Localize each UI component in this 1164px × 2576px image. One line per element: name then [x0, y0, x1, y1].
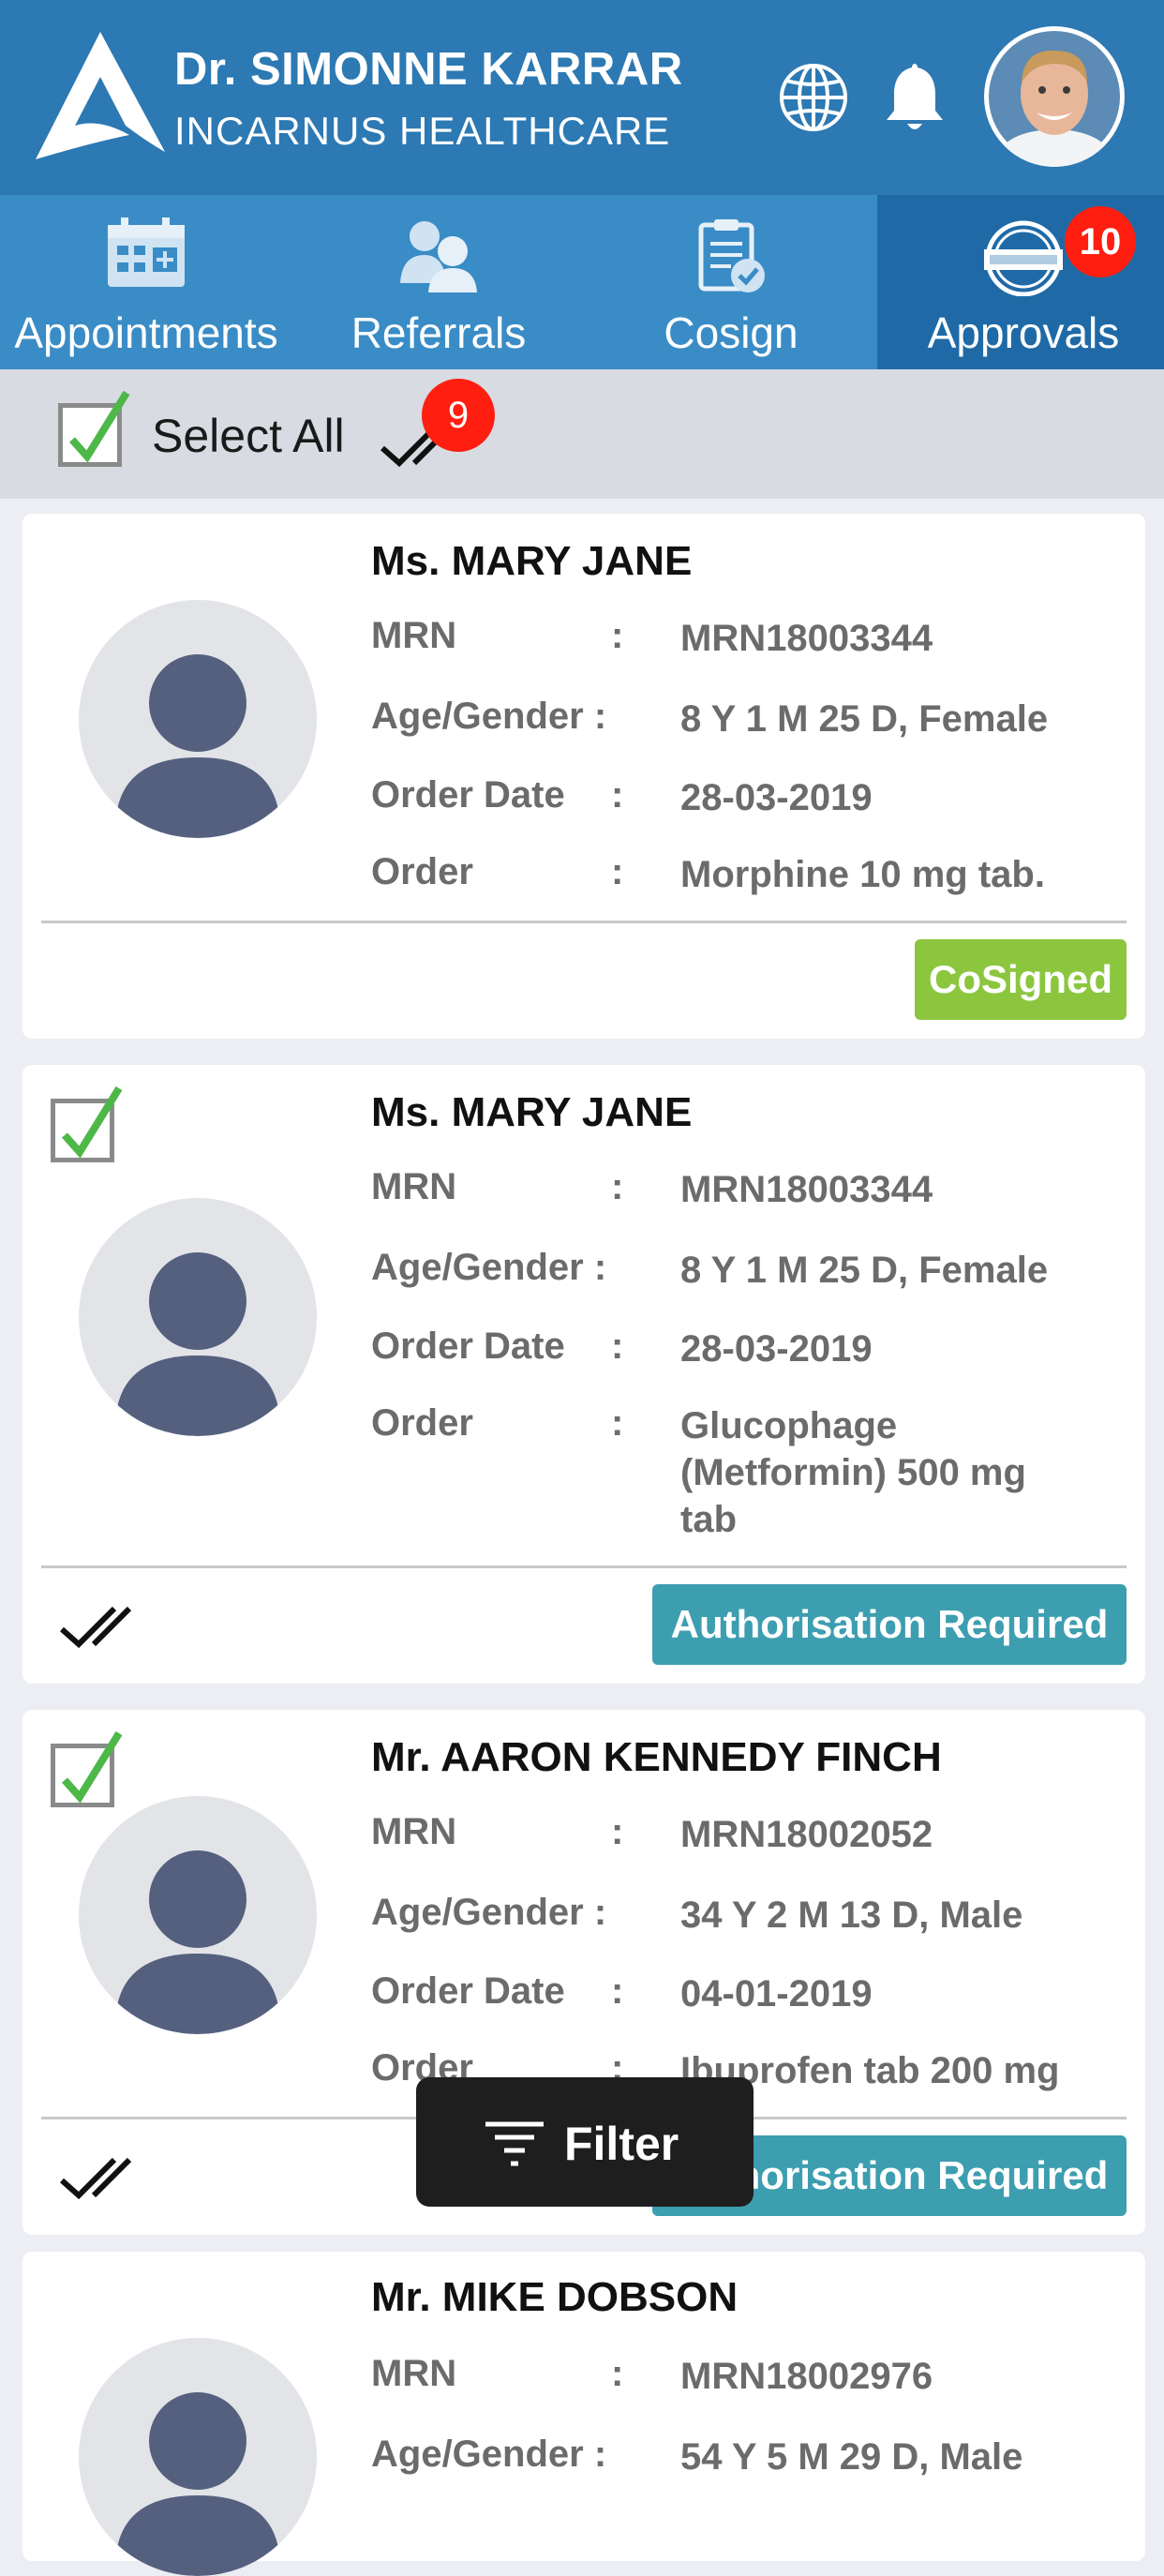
patient-avatar	[79, 1796, 317, 2034]
mrn-value: MRN18002976	[680, 2356, 933, 2397]
order-label: Order	[371, 1402, 473, 1444]
user-silhouette-icon	[116, 1850, 279, 2034]
order-card[interactable]: Ms. MARY JANE MRN : MRN18003344 Age/Gend…	[22, 514, 1145, 1039]
order-card[interactable]: Mr. MIKE DOBSON MRN : MRN18002976 Age/Ge…	[22, 2252, 1145, 2576]
age-gender-value: 54 Y 5 M 29 D, Male	[680, 2436, 1023, 2478]
select-all-bar: Select All 9	[0, 369, 1164, 499]
patient-name: Ms. MARY JANE	[371, 1089, 693, 1135]
patient-avatar	[79, 1198, 317, 1436]
approve-double-check-icon[interactable]	[58, 1603, 148, 1650]
colon: :	[611, 851, 624, 892]
organization-name: INCARNUS HEALTHCARE	[174, 109, 671, 153]
mrn-label: MRN	[371, 1166, 457, 1207]
tab-approvals[interactable]: 10 Approvals	[877, 195, 1164, 369]
user-silhouette-icon	[116, 654, 279, 838]
selected-count-badge: 9	[422, 379, 495, 452]
age-gender-label: Age/Gender :	[371, 2434, 607, 2475]
bell-icon[interactable]	[881, 60, 948, 135]
age-gender-value: 8 Y 1 M 25 D, Female	[680, 1250, 1049, 1291]
filter-label: Filter	[564, 2118, 679, 2170]
divider	[41, 921, 1127, 923]
order-card[interactable]: Ms. MARY JANE MRN : MRN18003344 Age/Gend…	[22, 1065, 1145, 1684]
age-gender-label: Age/Gender :	[371, 1247, 607, 1288]
status-badge-cosigned: CoSigned	[915, 939, 1127, 1020]
doctor-name: Dr. SIMONNE KARRAR	[174, 44, 683, 95]
colon: :	[611, 1166, 624, 1207]
patient-avatar	[79, 600, 317, 838]
colon: :	[611, 774, 624, 816]
order-date-label: Order Date	[371, 1970, 565, 2012]
patient-avatar	[79, 2338, 317, 2576]
order-date-value: 04-01-2019	[680, 1973, 873, 2014]
colon: :	[611, 2353, 624, 2394]
tab-cosign[interactable]: Cosign	[585, 195, 877, 369]
approve-double-check-icon[interactable]	[58, 2154, 148, 2201]
select-all-label: Select All	[152, 410, 345, 462]
mrn-value: MRN18002052	[680, 1814, 933, 1855]
user-silhouette-icon	[116, 1252, 279, 1436]
tab-label: Appointments	[14, 308, 278, 357]
tab-label: Cosign	[664, 308, 798, 357]
select-all-checkbox[interactable]	[58, 390, 130, 467]
filter-button[interactable]: Filter	[416, 2077, 754, 2207]
order-date-label: Order Date	[371, 774, 565, 816]
doctor-avatar[interactable]	[984, 26, 1125, 167]
status-badge-authorisation-required: Authorisation Required	[652, 1584, 1127, 1665]
order-value: Morphine 10 mg tab.	[680, 854, 1045, 895]
globe-icon[interactable]	[778, 62, 849, 133]
mrn-label: MRN	[371, 615, 457, 656]
checkmark-icon	[62, 1086, 123, 1159]
card-checkbox[interactable]	[51, 1730, 123, 1807]
age-gender-label: Age/Gender :	[371, 696, 607, 737]
age-gender-label: Age/Gender :	[371, 1892, 607, 1933]
calendar-icon	[108, 217, 185, 287]
colon: :	[611, 615, 624, 656]
mrn-value: MRN18003344	[680, 618, 933, 659]
tab-appointments[interactable]: Appointments	[0, 195, 292, 369]
tab-referrals[interactable]: Referrals	[292, 195, 585, 369]
patient-name: Ms. MARY JANE	[371, 538, 693, 584]
checkmark-icon	[69, 390, 130, 463]
order-date-value: 28-03-2019	[680, 1328, 873, 1370]
user-silhouette-icon	[116, 2392, 279, 2576]
age-gender-value: 8 Y 1 M 25 D, Female	[680, 698, 1049, 740]
app-header: Dr. SIMONNE KARRAR INCARNUS HEALTHCARE	[0, 0, 1164, 195]
patient-name: Mr. AARON KENNEDY FINCH	[371, 1734, 942, 1780]
order-value: Glucophage (Metformin) 500 mg tab	[680, 1405, 1026, 1540]
tab-label: Approvals	[927, 308, 1120, 357]
mrn-label: MRN	[371, 1811, 457, 1852]
card-checkbox[interactable]	[51, 1086, 123, 1162]
patient-name: Mr. MIKE DOBSON	[371, 2274, 739, 2320]
approval-stamp-icon	[984, 220, 1063, 296]
referrals-icon	[400, 221, 477, 292]
order-date-label: Order Date	[371, 1325, 565, 1367]
colon: :	[611, 1402, 624, 1444]
divider	[41, 1565, 1127, 1568]
clipboard-check-icon	[698, 219, 765, 292]
order-date-value: 28-03-2019	[680, 777, 873, 818]
mrn-value: MRN18003344	[680, 1169, 933, 1210]
approvals-count-badge: 10	[1065, 206, 1136, 277]
checkmark-icon	[62, 1730, 123, 1804]
tab-label: Referrals	[351, 308, 527, 357]
mrn-label: MRN	[371, 2353, 457, 2394]
order-label: Order	[371, 851, 473, 892]
colon: :	[611, 1811, 624, 1852]
app-logo-icon	[36, 32, 165, 159]
age-gender-value: 34 Y 2 M 13 D, Male	[680, 1895, 1023, 1936]
tab-bar: Appointments Referrals Cosign 10 Approva…	[0, 195, 1164, 369]
colon: :	[611, 1325, 624, 1367]
colon: :	[611, 1970, 624, 2012]
filter-icon	[485, 2121, 544, 2166]
